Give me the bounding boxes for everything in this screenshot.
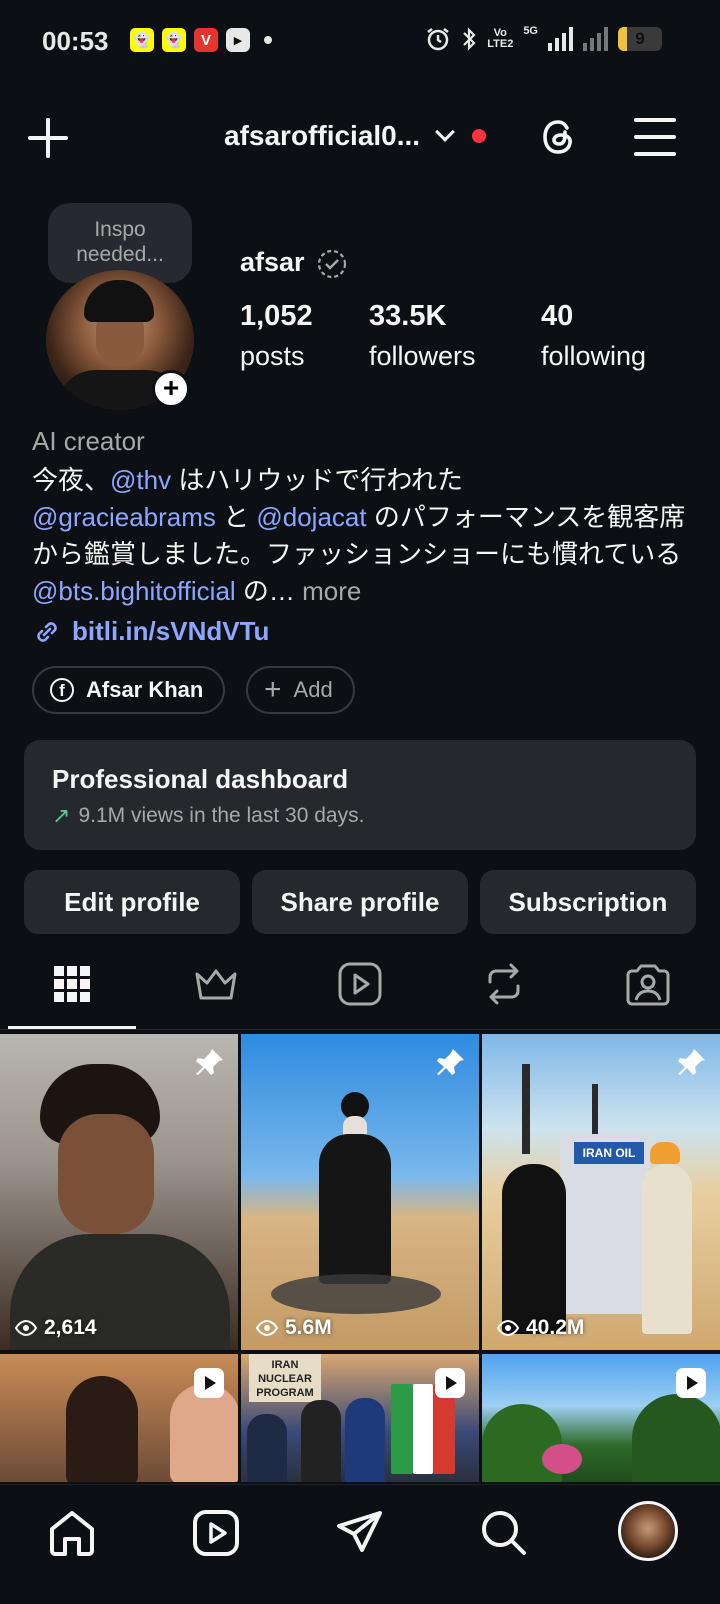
view-count: 2,614 (14, 1316, 97, 1340)
profile-tabs (0, 946, 720, 1030)
menu-icon[interactable] (634, 118, 676, 156)
signal-icon-sim2 (583, 27, 608, 51)
pin-icon (196, 1049, 223, 1075)
reels-icon[interactable] (336, 960, 384, 1008)
post-tile[interactable] (0, 1354, 238, 1482)
profile-avatar[interactable] (618, 1501, 678, 1561)
volte-indicator: Vo LTE2 (487, 27, 514, 50)
home-icon[interactable] (46, 1507, 98, 1559)
grid-icon[interactable] (48, 960, 96, 1008)
reels-icon[interactable] (190, 1507, 242, 1559)
eye-icon (496, 1319, 520, 1337)
facebook-name: Afsar Khan (86, 677, 204, 702)
dashboard-title: Professional dashboard (52, 764, 349, 794)
signal-icon (548, 27, 573, 51)
link-text: bitli.in/sVNdVTu (72, 616, 270, 646)
facebook-profile-pill[interactable]: f Afsar Khan (32, 666, 226, 714)
post-tile[interactable]: IRAN NUCLEAR PROGRAM (241, 1354, 479, 1482)
tabs-divider (0, 1029, 720, 1030)
threads-icon[interactable] (536, 114, 582, 160)
bluetooth-icon (463, 27, 476, 51)
status-bar: 00:53 👻 👻 V ▶ Vo LTE2 5G 9 (0, 0, 720, 84)
snapchat-icon: 👻 (162, 28, 186, 52)
profile-header: afsarofficial0... (0, 100, 720, 176)
header-username: afsarofficial0... (224, 120, 421, 151)
mention-link[interactable]: @bts.bighitofficial (32, 576, 236, 606)
account-switcher[interactable]: afsarofficial0... (224, 120, 487, 152)
view-count: 5.6M (255, 1316, 332, 1340)
post-sign-text: IRAN NUCLEAR PROGRAM (249, 1354, 321, 1402)
add-link-pill[interactable]: + Add (246, 666, 355, 714)
edit-profile-button[interactable]: Edit profile (24, 870, 240, 934)
dashboard-subtitle: ↗ 9.1M views in the last 30 days. (52, 803, 365, 828)
reels-icon (435, 1368, 465, 1398)
stat-followers[interactable]: 33.5K followers (369, 300, 476, 372)
profile-link[interactable]: bitli.in/sVNdVTu (32, 616, 269, 647)
network-type: 5G (523, 25, 538, 37)
battery-icon: 9 (618, 27, 662, 51)
messages-icon[interactable] (334, 1507, 386, 1559)
stat-posts[interactable]: 1,052 posts (240, 300, 313, 372)
create-button[interactable] (26, 116, 70, 160)
view-count: 40.2M (496, 1316, 584, 1340)
mention-link[interactable]: @gracieabrams (32, 502, 216, 532)
notification-dot (472, 129, 487, 143)
alarm-icon (427, 28, 449, 51)
add-story-button[interactable]: + (152, 370, 190, 408)
pin-icon (678, 1049, 705, 1075)
link-icon (37, 621, 57, 642)
tagged-icon[interactable] (624, 960, 672, 1008)
reels-icon (676, 1368, 706, 1398)
mention-link[interactable]: @thv (110, 465, 171, 495)
status-app-icons: 👻 👻 V ▶ (130, 28, 272, 52)
subscription-button[interactable]: Subscription (480, 870, 696, 934)
youtube-icon: ▶ (226, 28, 250, 52)
reels-icon (194, 1368, 224, 1398)
status-time: 00:53 (42, 26, 109, 56)
eye-icon (14, 1319, 38, 1337)
profile-bio: 今夜、@thv はハリウッドで行われた @gracieabrams と @doja… (32, 465, 686, 606)
bottom-navigation (0, 1484, 720, 1604)
more-notifications-dot (264, 36, 272, 44)
pin-icon (437, 1049, 464, 1075)
plus-icon: + (264, 673, 282, 706)
share-profile-button[interactable]: Share profile (252, 870, 468, 934)
status-indicators: Vo LTE2 5G 9 (425, 26, 662, 52)
profile-category: AI creator (32, 426, 145, 456)
verified-badge-icon (317, 249, 347, 279)
add-label: Add (293, 677, 333, 702)
reposts-icon[interactable] (480, 960, 528, 1008)
professional-dashboard[interactable]: Professional dashboard ↗ 9.1M views in t… (24, 740, 696, 850)
post-tile[interactable] (482, 1354, 720, 1482)
post-tile[interactable]: IRAN OIL 40.2M (482, 1034, 720, 1350)
facebook-icon: f (50, 678, 74, 702)
bio-more-link[interactable]: more (295, 576, 361, 606)
stat-following[interactable]: 40 following (541, 300, 646, 372)
post-tile[interactable]: 2,614 (0, 1034, 238, 1350)
search-icon[interactable] (478, 1507, 530, 1559)
chevron-down-icon (435, 122, 455, 142)
display-name: afsar (240, 247, 305, 277)
posts-grid: 2,614 5.6M IRAN OIL 40.2M IRAN NUCLEAR P… (0, 1034, 720, 1482)
trend-up-icon: ↗ (52, 803, 71, 828)
mention-link[interactable]: @dojacat (256, 502, 366, 532)
vivo-icon: V (194, 28, 218, 52)
eye-icon (255, 1319, 279, 1337)
post-sign-text: IRAN OIL (574, 1142, 644, 1164)
snapchat-icon: 👻 (130, 28, 154, 52)
crown-icon[interactable] (192, 960, 240, 1008)
post-tile[interactable]: 5.6M (241, 1034, 479, 1350)
